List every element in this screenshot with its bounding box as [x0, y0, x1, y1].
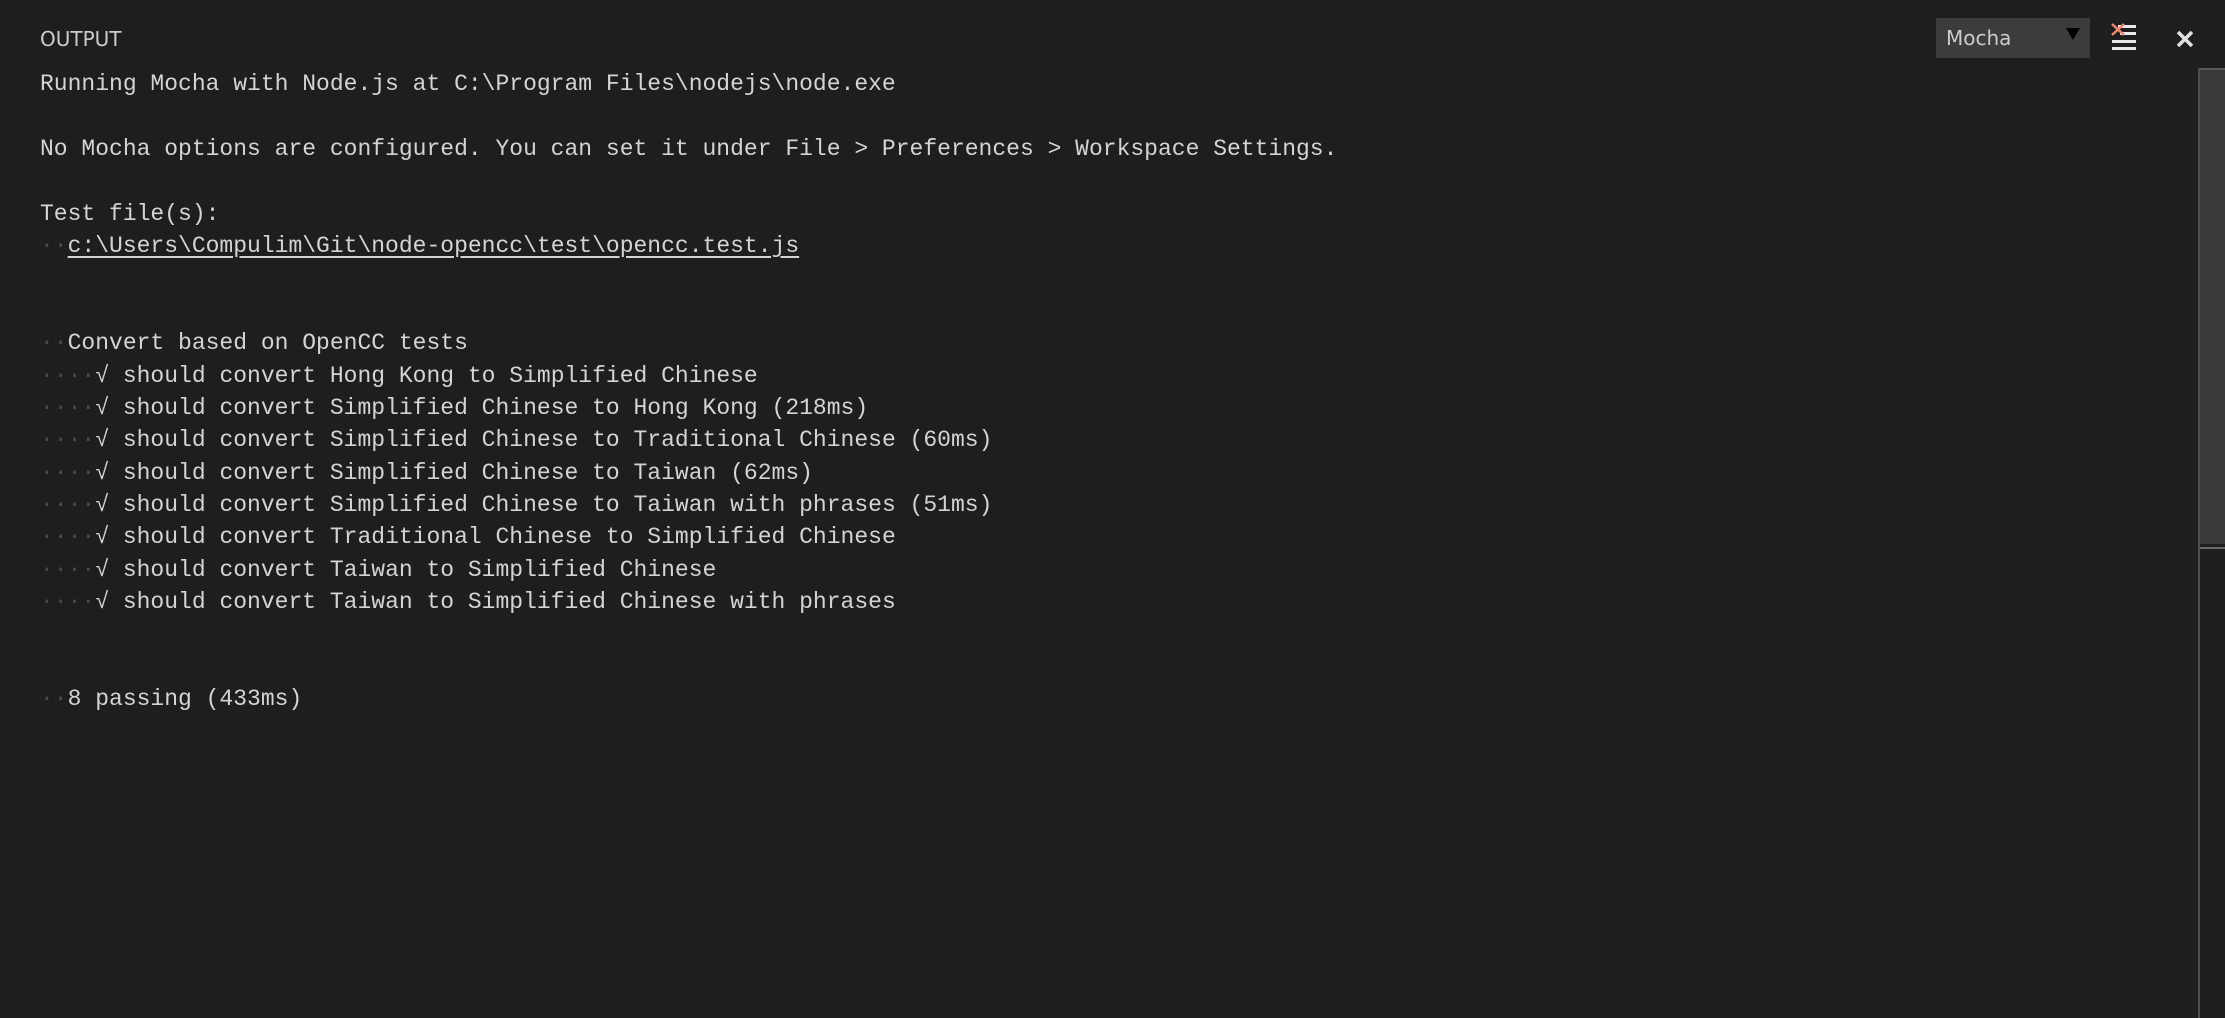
whitespace-indent: ···· — [40, 459, 96, 486]
dropdown-caret-icon — [2066, 28, 2080, 40]
output-line: ··Convert based on OpenCC tests — [40, 327, 2190, 359]
output-line: ····√ should convert Simplified Chinese … — [40, 457, 2190, 489]
test-file-link[interactable]: c:\Users\Compulim\Git\node-opencc\test\o… — [68, 233, 800, 259]
output-line: ····√ should convert Simplified Chinese … — [40, 489, 2190, 521]
whitespace-indent: ···· — [40, 394, 96, 421]
output-line-text: 8 passing (433ms) — [67, 686, 303, 713]
output-channel-select[interactable]: Mocha — [1936, 18, 2090, 58]
output-log: Running Mocha with Node.js at C:\Program… — [40, 68, 2190, 716]
output-line-text: √ should convert Traditional Chinese to … — [95, 524, 896, 551]
output-line-text: √ should convert Taiwan to Simplified Ch… — [95, 589, 896, 616]
output-line: Running Mocha with Node.js at C:\Program… — [40, 68, 2190, 100]
output-line-text: Running Mocha with Node.js at C:\Program… — [40, 71, 896, 97]
whitespace-indent: ·· — [40, 232, 68, 259]
channel-select-value: Mocha — [1946, 26, 2012, 50]
whitespace-indent: ···· — [40, 362, 96, 389]
output-line-text: No Mocha options are configured. You can… — [40, 135, 1338, 162]
whitespace-indent: ···· — [40, 427, 96, 454]
output-line: Test file(s): — [40, 198, 2190, 230]
panel-title: OUTPUT — [40, 27, 122, 51]
output-line: ····√ should convert Taiwan to Simplifie… — [40, 586, 2190, 618]
output-line-text: √ should convert Simplified Chinese to T… — [95, 492, 993, 519]
whitespace-indent: ·· — [40, 330, 68, 357]
whitespace-indent: ···· — [40, 524, 96, 551]
whitespace-indent: ·· — [40, 686, 68, 713]
scrollbar-marker — [2200, 547, 2225, 549]
clear-output-icon — [2111, 23, 2136, 50]
output-line-text: √ should convert Simplified Chinese to T… — [95, 427, 993, 454]
output-line-text: Test file(s): — [40, 200, 220, 227]
whitespace-indent: ···· — [40, 589, 96, 616]
whitespace-indent: ···· — [40, 492, 96, 519]
vertical-scrollbar[interactable] — [2198, 68, 2225, 1018]
output-line: ····√ should convert Hong Kong to Simpli… — [40, 360, 2190, 392]
output-line: ····√ should convert Simplified Chinese … — [40, 424, 2190, 456]
output-line-text: √ should convert Simplified Chinese to T… — [95, 459, 813, 486]
scrollbar-thumb[interactable] — [2200, 68, 2225, 544]
whitespace-indent: ···· — [40, 556, 96, 583]
clear-output-button[interactable] — [2110, 22, 2140, 56]
close-icon — [2176, 30, 2194, 48]
output-line: ··8 passing (433ms) — [40, 683, 2190, 715]
output-line-text: √ should convert Simplified Chinese to H… — [95, 394, 869, 421]
output-line: ····√ should convert Simplified Chinese … — [40, 392, 2190, 424]
output-panel: OUTPUT Mocha Running Mocha with Node.js … — [0, 0, 2225, 1018]
output-line: No Mocha options are configured. You can… — [40, 133, 2190, 165]
output-line-text: Convert based on OpenCC tests — [67, 330, 468, 357]
output-line: ··c:\Users\Compulim\Git\node-opencc\test… — [40, 230, 2190, 262]
output-line-text: √ should convert Hong Kong to Simplified… — [95, 362, 758, 389]
output-line: ····√ should convert Traditional Chinese… — [40, 521, 2190, 553]
close-panel-button[interactable] — [2170, 24, 2200, 54]
output-line-text: √ should convert Taiwan to Simplified Ch… — [95, 556, 717, 583]
output-line: ····√ should convert Taiwan to Simplifie… — [40, 554, 2190, 586]
